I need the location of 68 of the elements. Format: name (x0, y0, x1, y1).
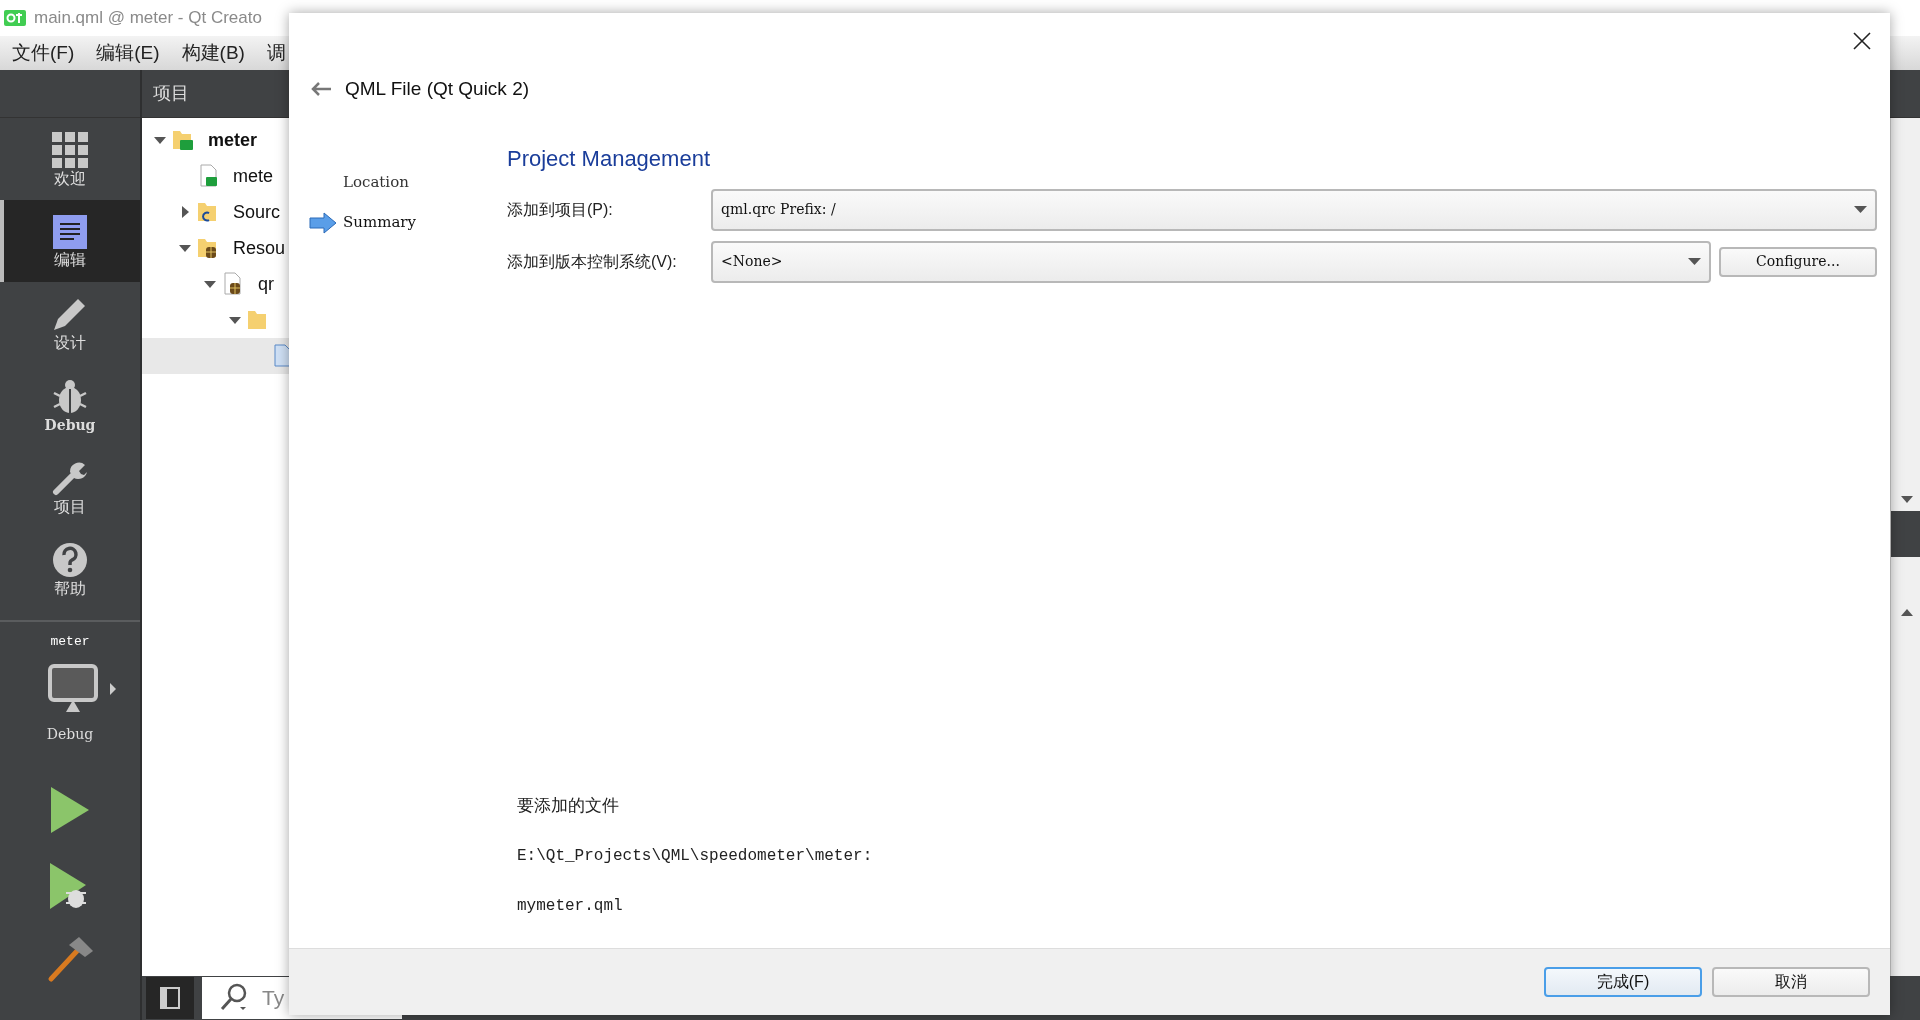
menu-item[interactable]: 编辑(E) (96, 38, 160, 68)
dialog-button[interactable]: 取消 (1712, 967, 1870, 997)
target-project: meter (50, 633, 90, 651)
step-label: Location (343, 172, 409, 194)
mode-button[interactable]: 项目 (0, 446, 140, 528)
window-title: main.qml @ meter - Qt Creato (34, 7, 262, 30)
monitor-icon[interactable] (48, 663, 98, 714)
document-icon (53, 214, 87, 249)
tree-row[interactable]: qr (142, 266, 290, 302)
menu-item[interactable]: 文件(F) (12, 38, 75, 68)
expanded-arrow-icon[interactable] (204, 280, 216, 288)
scroll-down-icon[interactable] (1901, 496, 1913, 503)
run-icon[interactable] (51, 786, 89, 833)
tree-label: mete (233, 164, 274, 188)
folder-icon (197, 236, 219, 260)
scroll-up-icon[interactable] (1901, 609, 1913, 616)
app-logo-icon (4, 10, 26, 26)
mode-button[interactable]: 欢迎 (0, 118, 140, 200)
build-config: Debug (46, 724, 94, 744)
bug-icon (52, 378, 88, 415)
menu-item[interactable]: 调 (266, 38, 286, 68)
search-icon (220, 983, 248, 1013)
dropdown-field[interactable]: <None> (711, 240, 1711, 283)
dropdown-arrow-icon (1688, 258, 1701, 265)
collapsed-arrow-icon[interactable] (181, 206, 189, 218)
field-label: 添加到版本控制系统(V): (507, 251, 678, 272)
mode-button[interactable]: Debug (0, 364, 140, 446)
section-heading: Project Management (507, 144, 711, 173)
configure-button[interactable]: Configure... (1719, 246, 1877, 277)
grid-icon (52, 131, 88, 168)
tree-label: qr (258, 272, 274, 296)
expanded-arrow-icon[interactable] (154, 136, 166, 144)
tree-label: meter (208, 128, 258, 152)
file-icon (222, 272, 244, 296)
expanded-arrow-icon[interactable] (179, 244, 191, 252)
menu-item[interactable]: 构建(B) (181, 38, 245, 68)
mode-button[interactable]: 编辑 (0, 200, 140, 282)
dropdown-arrow-icon (1854, 206, 1867, 213)
tree-row[interactable]: meter (142, 122, 290, 158)
tree-row[interactable]: Sourc (142, 194, 290, 230)
field-label: 添加到项目(P): (507, 199, 614, 220)
help-icon (52, 541, 88, 578)
sidebar-panel-icon (159, 986, 181, 1010)
tree-row[interactable]: mete (142, 158, 290, 194)
tree-label: Resou (233, 236, 286, 260)
dropdown-value: <None> (721, 252, 783, 271)
folder-icon (197, 200, 219, 224)
mode-button[interactable]: 设计 (0, 282, 140, 364)
dropdown-field[interactable]: qml.qrc Prefix: / (711, 188, 1877, 231)
back-arrow-icon[interactable] (311, 82, 331, 97)
file-name: mymeter.qml (517, 896, 624, 917)
sidebar-toggle-button[interactable] (146, 977, 194, 1019)
tree-label: Sourc (233, 200, 281, 224)
files-path: E:\Qt_Projects\QML\speedometer\meter: (517, 846, 874, 867)
hammer-icon[interactable] (47, 936, 93, 983)
expand-arrow-icon[interactable] (110, 682, 116, 695)
step-label: Summary (343, 212, 416, 234)
dialog-title: QML File (Qt Quick 2) (345, 77, 530, 101)
dialog-button[interactable]: 完成(F) (1544, 967, 1702, 997)
expanded-arrow-icon[interactable] (229, 316, 241, 324)
files-heading: 要添加的文件 (517, 794, 620, 817)
dropdown-value: qml.qrc Prefix: / (721, 200, 836, 219)
mode-button[interactable]: 帮助 (0, 528, 140, 610)
file-icon (197, 164, 219, 188)
folder-icon (247, 308, 269, 332)
tree-row[interactable]: Resou (142, 230, 290, 266)
folder-icon (172, 128, 194, 152)
panel-title: 项目 (153, 82, 189, 105)
